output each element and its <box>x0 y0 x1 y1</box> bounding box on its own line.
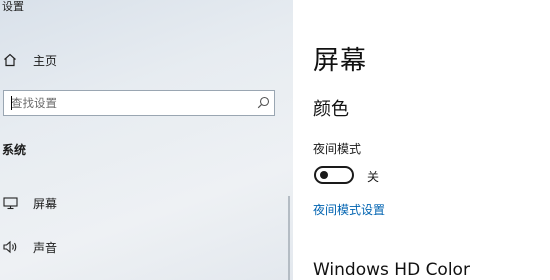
search-button[interactable] <box>252 92 274 114</box>
sidebar-item-label: 屏幕 <box>33 196 58 211</box>
search-box[interactable] <box>3 90 275 116</box>
sidebar: 设置 主页 系统 屏幕 声音 <box>0 0 293 280</box>
search-icon <box>257 94 270 113</box>
sidebar-section-header: 系统 <box>2 143 27 157</box>
night-light-toggle[interactable] <box>314 166 354 184</box>
color-section-heading: 颜色 <box>313 99 349 120</box>
monitor-icon <box>0 196 25 210</box>
hdr-section-heading: Windows HD Color <box>313 260 470 280</box>
window-title: 设置 <box>2 0 24 13</box>
night-light-label: 夜间模式 <box>313 142 362 156</box>
night-light-settings-link[interactable]: 夜间模式设置 <box>313 201 385 218</box>
search-input[interactable] <box>4 92 252 114</box>
toggle-knob <box>320 171 328 179</box>
speaker-icon <box>0 240 25 254</box>
sidebar-item-sound[interactable]: 声音 <box>0 235 57 259</box>
sidebar-item-label: 主页 <box>33 53 58 68</box>
night-light-state: 关 <box>367 170 380 184</box>
main-content: 屏幕 颜色 夜间模式 关 夜间模式设置 Windows HD Color <box>293 0 550 280</box>
sidebar-item-display[interactable]: 屏幕 <box>0 191 57 215</box>
sidebar-item-home[interactable]: 主页 <box>0 48 57 72</box>
text-caret <box>11 96 12 110</box>
sidebar-item-label: 声音 <box>33 240 58 255</box>
sidebar-scrollbar[interactable] <box>288 196 290 280</box>
page-title: 屏幕 <box>313 46 368 76</box>
home-icon <box>0 53 25 67</box>
